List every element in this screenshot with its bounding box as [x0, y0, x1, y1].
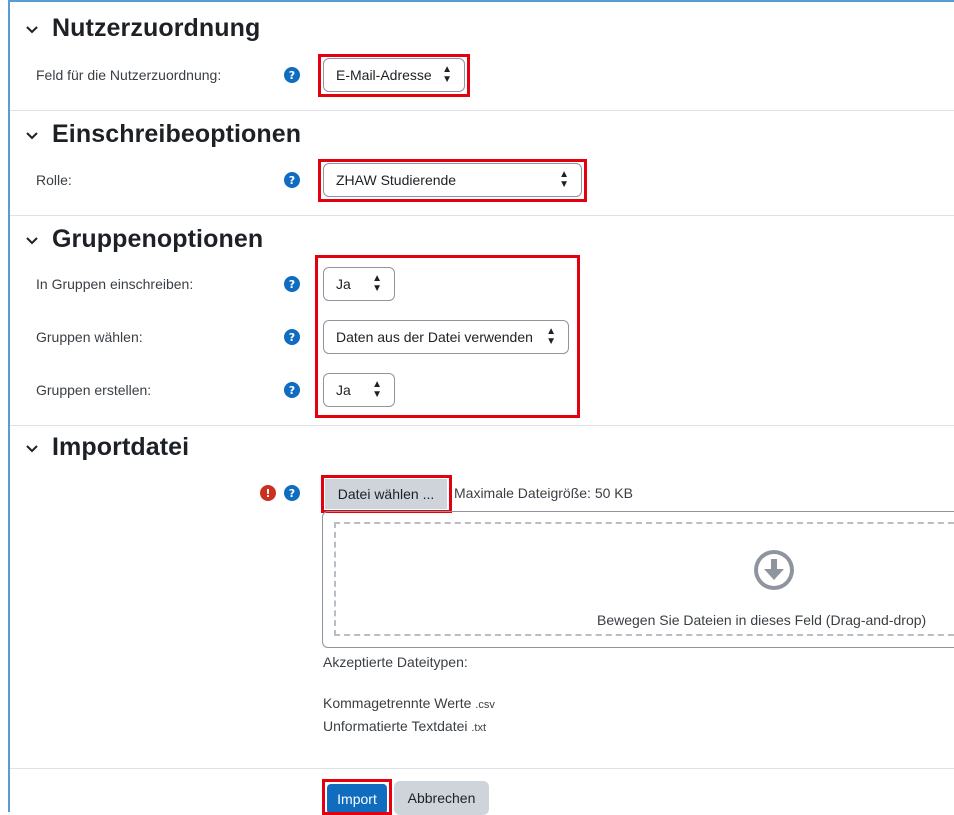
divider: [10, 425, 954, 426]
chevron-down-icon: [26, 236, 38, 244]
frame-border-top: [8, 0, 954, 2]
divider: [10, 215, 954, 216]
section-title: Importdatei: [52, 433, 190, 461]
help-icon[interactable]: ?: [284, 329, 300, 345]
section-header-group-options[interactable]: Gruppenoptionen: [22, 225, 263, 254]
file-type-name: Unformatierte Textdatei: [323, 718, 468, 734]
highlight-box: [318, 159, 587, 202]
chevron-down-icon: [26, 444, 38, 452]
dropzone-text: Bewegen Sie Dateien in dieses Feld (Drag…: [597, 612, 927, 628]
field-label-choose-groups: Gruppen wählen:: [36, 329, 143, 345]
section-title: Gruppenoptionen: [52, 225, 264, 253]
required-icon: !: [260, 485, 276, 501]
section-header-enrol-options[interactable]: Einschreibeoptionen: [22, 120, 301, 149]
frame-border-left: [8, 0, 10, 812]
highlight-box: [322, 779, 392, 815]
section-title: Nutzerzuordnung: [52, 14, 261, 42]
help-icon[interactable]: ?: [284, 382, 300, 398]
file-type-ext: .txt: [471, 722, 487, 734]
cancel-button[interactable]: Abbrechen: [394, 781, 489, 815]
section-title: Einschreibeoptionen: [52, 120, 302, 148]
help-icon[interactable]: ?: [284, 485, 300, 501]
divider: [10, 110, 954, 111]
file-type-item: Unformatierte Textdatei .txt: [323, 718, 486, 734]
accepted-types-label: Akzeptierte Dateitypen:: [323, 654, 468, 670]
section-header-import-file[interactable]: Importdatei: [22, 433, 189, 462]
field-label-role: Rolle:: [36, 172, 72, 188]
help-icon[interactable]: ?: [284, 172, 300, 188]
chevron-down-icon: [26, 131, 38, 139]
field-label-create-groups: Gruppen erstellen:: [36, 382, 152, 398]
file-type-ext: .csv: [475, 699, 495, 711]
chevron-down-icon: [26, 25, 38, 33]
field-label-user-mapping: Feld für die Nutzerzuordnung:: [36, 67, 222, 83]
field-label-enrol-groups: In Gruppen einschreiben:: [36, 276, 194, 292]
help-icon[interactable]: ?: [284, 67, 300, 83]
highlight-box: [321, 475, 452, 513]
section-header-user-mapping[interactable]: Nutzerzuordnung: [22, 14, 260, 43]
highlight-box: [318, 54, 470, 97]
divider: [10, 768, 954, 769]
max-file-size: Maximale Dateigröße: 50 KB: [454, 485, 633, 501]
file-type-name: Kommagetrennte Werte: [323, 695, 472, 711]
file-type-item: Kommagetrennte Werte .csv: [323, 695, 495, 711]
help-icon[interactable]: ?: [284, 276, 300, 292]
highlight-box: [315, 255, 580, 418]
arrow-down-circle-icon: [754, 550, 794, 590]
